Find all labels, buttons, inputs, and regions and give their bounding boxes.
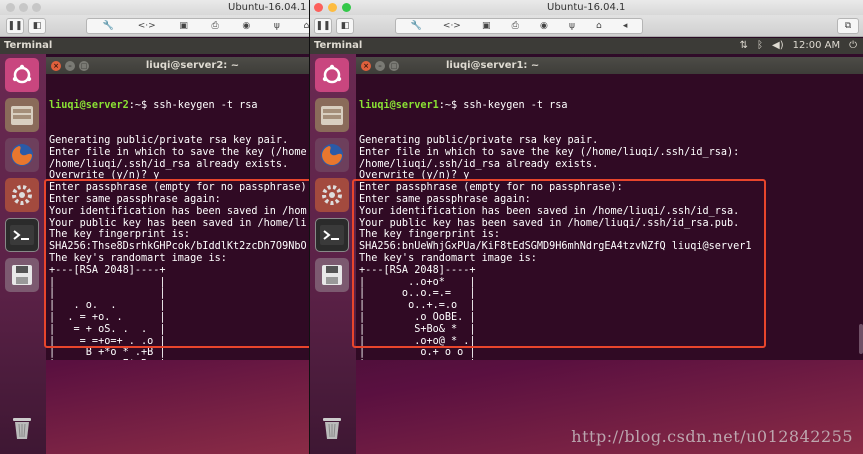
terminal-icon[interactable] [315,218,349,252]
trash-icon[interactable] [5,410,39,444]
terminal-title-bar: × – □ liuqi@server1: ~ [356,57,863,74]
printer-icon[interactable]: ⎙ [211,21,218,31]
command-text: ssh-keygen -t rsa [147,99,258,111]
chevron-left-icon[interactable]: ◂ [623,21,628,31]
fullscreen-button[interactable]: ⧉ [837,18,859,34]
snapshot-button[interactable]: ◧ [28,18,46,34]
minimize-icon[interactable]: – [375,61,385,71]
terminal-scrollbar[interactable] [859,324,863,354]
panel-indicators: ⇅ ᛒ ◀) 12:00 AM ⏻ [740,38,857,54]
network-icon[interactable]: ⇅ [740,38,748,54]
terminal-line: Generating public/private rsa key pair. [359,134,599,146]
terminal-line: | . . | [359,359,863,360]
panel-clock[interactable]: 12:00 AM [793,38,840,54]
bluetooth-icon[interactable]: ᛒ [757,38,763,54]
terminal-line: | B +*o * .+B | [49,347,166,359]
vm-window-right: Ubuntu-16.04.1 ❚❚ ◧ 🔧 <·> ▣ ⎙ ◉ ψ ⌂ ◂ ⧉ … [309,0,863,454]
firefox-icon[interactable] [315,138,349,172]
usb-icon[interactable]: ψ [569,21,575,31]
terminal-line: /home/liuqi/.ssh/id_rsa already exists. [49,158,289,170]
snapshot-button[interactable]: ◧ [336,18,354,34]
panel-app-name: Terminal [314,40,363,51]
settings-icon[interactable] [5,178,39,212]
firefox-icon[interactable] [5,138,39,172]
lock-icon[interactable]: ⌂ [596,21,602,31]
save-icon[interactable] [5,258,39,292]
vm-device-toolbar: 🔧 <·> ▣ ⎙ ◉ ψ ⌂ [86,18,309,34]
minimize-dot-icon[interactable] [328,3,337,12]
prompt-path: :~$ [438,99,458,111]
power-icon[interactable]: ⏻ [849,38,857,54]
ubuntu-top-panel: Terminal [0,38,309,54]
maximize-icon[interactable]: □ [79,61,89,71]
pause-button[interactable]: ❚❚ [314,18,332,34]
disk-icon[interactable]: ▣ [179,21,188,31]
printer-icon[interactable]: ⎙ [512,21,519,31]
ubuntu-launcher [310,54,356,454]
usb-icon[interactable]: ψ [274,21,280,31]
zoom-dot-icon[interactable] [342,3,351,12]
save-icon[interactable] [315,258,349,292]
terminal-title: liuqi@server1: ~ [446,60,540,71]
command-text: ssh-keygen -t rsa [457,99,568,111]
vm-title-bar: Ubuntu-16.04.1 [310,0,863,15]
ubuntu-launcher [0,54,46,454]
highlight-box-right [352,179,766,348]
vm-window-left: Ubuntu-16.04.1 ❚❚ ◧ 🔧 <·> ▣ ⎙ ◉ ψ ⌂ Term… [0,0,309,454]
close-icon[interactable]: × [361,61,371,71]
vm-window-title: Ubuntu-16.04.1 [228,2,307,13]
terminal-title: liuqi@server2: ~ [145,60,240,71]
arrows-icon[interactable]: <·> [138,21,156,31]
ubuntu-dash-icon[interactable] [5,58,39,92]
camera-icon[interactable]: ◉ [540,21,548,31]
minimize-icon[interactable]: – [65,61,75,71]
terminal-line: Generating public/private rsa key pair. [49,134,289,146]
terminal-icon[interactable] [5,218,39,252]
minimize-dot-icon[interactable] [19,3,28,12]
trash-icon[interactable] [315,410,349,444]
terminal-line: Enter file in which to save the key (/ho… [359,146,740,158]
panel-app-name: Terminal [4,40,53,51]
watermark: http://blog.csdn.net/u012842255 [571,427,853,446]
prompt-line: liuqi@server2:~$ ssh-keygen -t rsa [49,100,309,112]
pause-button[interactable]: ❚❚ [6,18,24,34]
terminal-line: | o + .ooE*.Bo.| [49,359,309,360]
prompt-line: liuqi@server1:~$ ssh-keygen -t rsa [359,100,863,112]
wrench-icon[interactable]: 🔧 [103,21,114,31]
highlight-box-left [44,179,309,348]
ubuntu-dash-icon[interactable] [315,58,349,92]
vm-device-toolbar: 🔧 <·> ▣ ⎙ ◉ ψ ⌂ ◂ [395,18,643,34]
prompt-user: liuqi@server1 [359,99,439,111]
terminal-line: Enter file in which to save the key (/ho… [49,146,307,158]
camera-icon[interactable]: ◉ [242,21,250,31]
close-dot-icon[interactable] [6,3,15,12]
files-icon[interactable] [315,98,349,132]
terminal-title-bar: × – □ liuqi@server2: ~ [46,57,309,74]
files-icon[interactable] [5,98,39,132]
arrows-icon[interactable]: <·> [443,21,461,31]
prompt-path: :~$ [128,99,148,111]
vm-title-bar: Ubuntu-16.04.1 [0,0,309,15]
wrench-icon[interactable]: 🔧 [411,21,422,31]
close-dot-icon[interactable] [314,3,323,12]
volume-icon[interactable]: ◀) [772,38,784,54]
terminal-line: | o.+ o o | [359,347,476,359]
close-icon[interactable]: × [51,61,61,71]
vm-toolbar: ❚❚ ◧ 🔧 <·> ▣ ⎙ ◉ ψ ⌂ ◂ ⧉ [310,15,863,37]
ubuntu-top-panel: Terminal ⇅ ᛒ ◀) 12:00 AM ⏻ [310,38,863,54]
disk-icon[interactable]: ▣ [482,21,491,31]
vm-toolbar: ❚❚ ◧ 🔧 <·> ▣ ⎙ ◉ ψ ⌂ [0,15,309,37]
prompt-user: liuqi@server2 [49,99,129,111]
maximize-icon[interactable]: □ [389,61,399,71]
vm-window-title: Ubuntu-16.04.1 [547,2,626,13]
zoom-dot-icon[interactable] [32,3,41,12]
terminal-line: /home/liuqi/.ssh/id_rsa already exists. [359,158,599,170]
settings-icon[interactable] [315,178,349,212]
